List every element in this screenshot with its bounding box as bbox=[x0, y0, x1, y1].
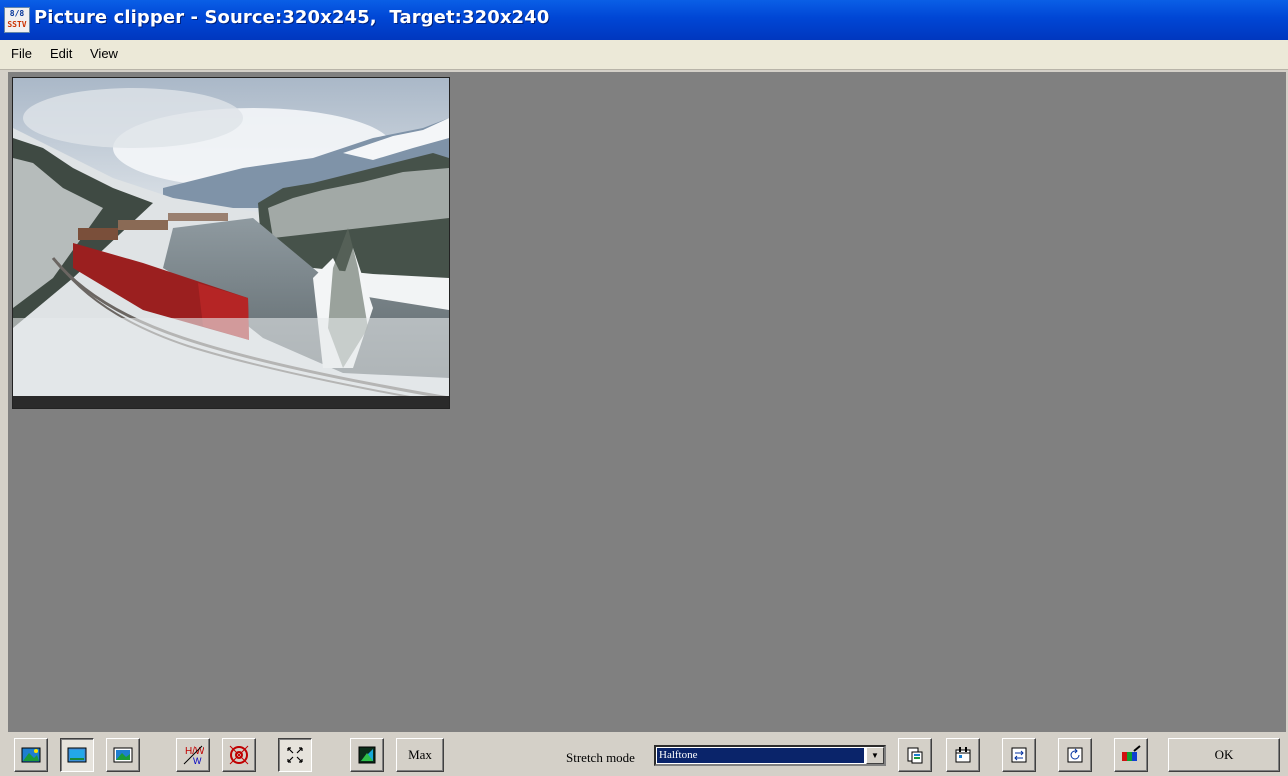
flip-button[interactable] bbox=[1002, 738, 1036, 772]
stretch-mode-label: Stretch mode bbox=[566, 750, 635, 765]
color-adjust-icon bbox=[1122, 745, 1141, 761]
paste-button[interactable] bbox=[898, 738, 932, 772]
bottom-toolbar: H/W W Max Stretch mode Halftone ▼ OK bbox=[0, 732, 1288, 776]
app-icon: 8/8 SSTV bbox=[4, 7, 30, 33]
picture-fit-icon bbox=[67, 747, 87, 763]
window-title: Picture clipper - Source:320x245, Target… bbox=[34, 7, 550, 28]
stretch-mode-select[interactable]: Halftone ▼ bbox=[654, 745, 886, 766]
color-square-button[interactable] bbox=[350, 738, 384, 772]
picture-frame-button[interactable] bbox=[106, 738, 140, 772]
center-button[interactable] bbox=[222, 738, 256, 772]
source-picture[interactable] bbox=[12, 77, 450, 409]
menu-view[interactable]: View bbox=[90, 46, 118, 61]
ok-button[interactable]: OK bbox=[1168, 738, 1280, 772]
menu-bar: File Edit View bbox=[0, 40, 1288, 70]
ok-button-label: OK bbox=[1214, 747, 1234, 762]
calendar-copy-icon bbox=[955, 747, 971, 763]
aspect-ratio-hw-icon: H/WW bbox=[183, 745, 204, 766]
picture-frame-icon bbox=[113, 747, 133, 763]
color-square-icon bbox=[358, 746, 376, 764]
flip-icon bbox=[1011, 747, 1027, 763]
max-button-label: Max bbox=[408, 747, 432, 762]
color-adjust-button[interactable] bbox=[1114, 738, 1148, 772]
rotate-button[interactable] bbox=[1058, 738, 1092, 772]
expand-button[interactable] bbox=[278, 738, 312, 772]
picture-icon bbox=[21, 747, 41, 763]
app-icon-bottom: SSTV bbox=[7, 20, 27, 29]
menu-edit[interactable]: Edit bbox=[50, 46, 72, 61]
svg-text:W: W bbox=[193, 756, 202, 766]
max-button[interactable]: Max bbox=[396, 738, 444, 772]
paste-icon bbox=[907, 747, 923, 764]
rotate-icon bbox=[1067, 747, 1083, 763]
title-bar: 8/8 SSTV Picture clipper - Source:320x24… bbox=[0, 0, 1288, 40]
stretch-mode-value: Halftone bbox=[657, 748, 864, 763]
menu-file[interactable]: File bbox=[11, 46, 32, 61]
copy-button[interactable] bbox=[946, 738, 980, 772]
picture-fit-button[interactable] bbox=[60, 738, 94, 772]
picture-button[interactable] bbox=[14, 738, 48, 772]
expand-arrows-icon bbox=[287, 747, 303, 763]
app-icon-top: 8/8 bbox=[9, 9, 25, 18]
aspect-ratio-button[interactable]: H/W W bbox=[176, 738, 210, 772]
dropdown-arrow-icon[interactable]: ▼ bbox=[866, 747, 884, 764]
center-target-icon bbox=[229, 745, 249, 765]
train-photo-image bbox=[13, 78, 449, 408]
